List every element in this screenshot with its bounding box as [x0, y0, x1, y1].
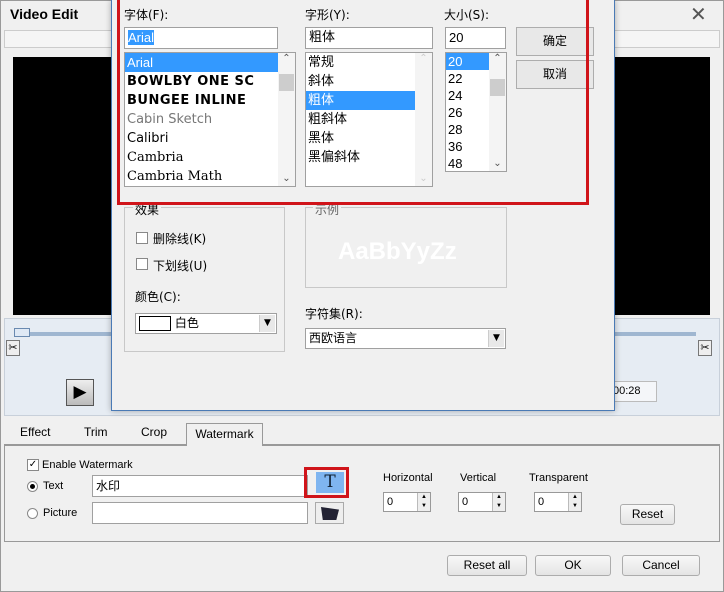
vertical-spinner[interactable]: 0 ▲ ▼	[458, 492, 506, 512]
tab-trim[interactable]: Trim	[84, 425, 108, 445]
charset-value: 西欧语言	[309, 331, 358, 345]
charset-select[interactable]: 西欧语言 ▼	[305, 328, 506, 349]
text-radio-label: Text	[43, 480, 64, 492]
window-title: Video Edit	[10, 6, 79, 22]
spin-arrows-icon[interactable]: ▲ ▼	[492, 493, 505, 511]
horizontal-value: 0	[387, 496, 394, 508]
folder-open-icon[interactable]	[315, 502, 344, 524]
tab-crop[interactable]: Crop	[141, 425, 167, 445]
color-swatch	[139, 316, 171, 331]
underline-checkbox[interactable]	[136, 258, 148, 270]
font-button[interactable]: T	[316, 472, 344, 493]
vertical-value: 0	[462, 496, 469, 508]
watermark-text-input[interactable]: 水印	[92, 475, 308, 497]
play-button[interactable]: ▶	[66, 379, 94, 406]
chevron-down-icon: ▼	[259, 315, 275, 332]
tab-watermark[interactable]: Watermark	[186, 423, 263, 446]
reset-button[interactable]: Reset	[620, 504, 675, 525]
scissors-end-icon[interactable]: ✂	[698, 340, 712, 356]
color-label: 颜色(C):	[135, 290, 181, 304]
transparent-spinner[interactable]: 0 ▲ ▼	[534, 492, 582, 512]
close-icon[interactable]: ✕	[690, 2, 707, 26]
chevron-down-icon: ▼	[488, 330, 504, 347]
watermark-picture-input[interactable]	[92, 502, 308, 524]
horizontal-spinner[interactable]: 0 ▲ ▼	[383, 492, 431, 512]
enable-watermark-label: Enable Watermark	[42, 459, 133, 471]
strikeout-label: 删除线(K)	[153, 232, 207, 246]
reset-all-button[interactable]: Reset all	[447, 555, 527, 576]
transparent-value: 0	[538, 496, 545, 508]
ok-button[interactable]: OK	[535, 555, 611, 576]
scissors-start-icon[interactable]: ✂	[6, 340, 20, 356]
picture-radio-label: Picture	[43, 507, 78, 519]
color-value: 白色	[174, 316, 199, 330]
text-radio[interactable]	[27, 481, 38, 492]
highlight-box	[117, 0, 589, 205]
time-display: 00:28	[608, 381, 657, 402]
strikeout-checkbox[interactable]	[136, 232, 148, 244]
picture-radio[interactable]	[27, 508, 38, 519]
cancel-button[interactable]: Cancel	[622, 555, 700, 576]
color-select[interactable]: 白色 ▼	[135, 313, 277, 334]
spin-arrows-icon[interactable]: ▲ ▼	[568, 493, 581, 511]
tab-effect[interactable]: Effect	[20, 425, 50, 445]
sample-text: AaBbYyZz	[338, 238, 457, 265]
underline-label: 下划线(U)	[153, 259, 208, 273]
slider-thumb[interactable]	[14, 328, 30, 337]
enable-watermark-checkbox[interactable]: ✓	[27, 459, 39, 471]
vertical-label: Vertical	[460, 472, 497, 484]
spin-arrows-icon[interactable]: ▲ ▼	[417, 493, 430, 511]
horizontal-label: Horizontal	[383, 472, 433, 484]
charset-label: 字符集(R):	[305, 307, 363, 321]
transparent-label: Transparent	[529, 472, 588, 484]
